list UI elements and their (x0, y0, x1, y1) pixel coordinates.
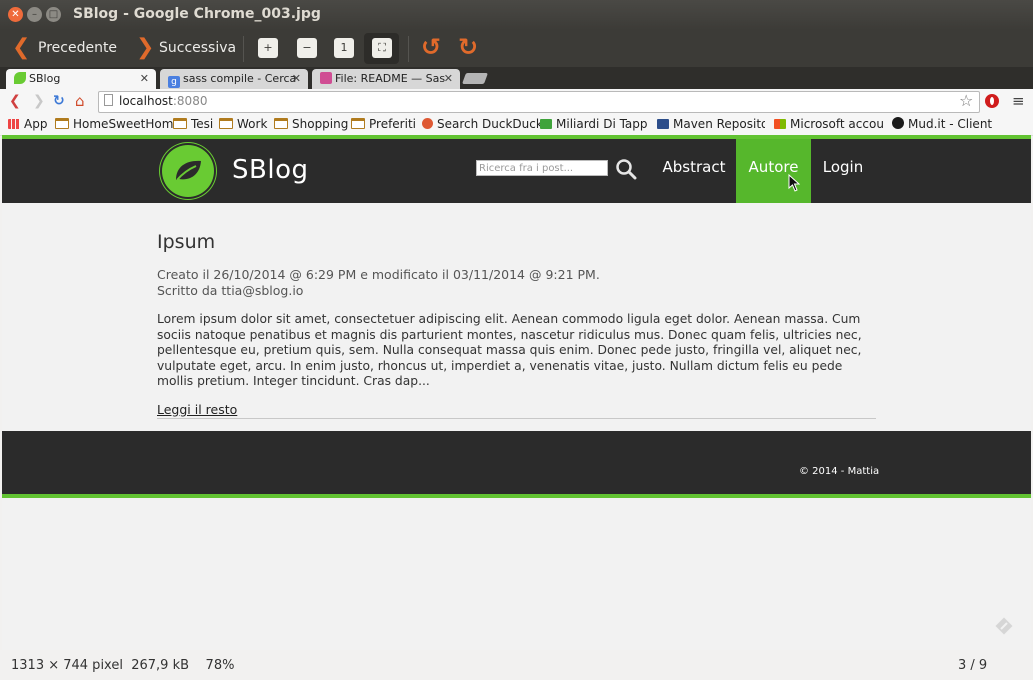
nav-abstract[interactable]: Abstract (652, 139, 736, 203)
bookmark-maven[interactable]: Maven Repositor (657, 117, 765, 131)
post-divider (157, 418, 876, 419)
image-counter: 3 / 9 (958, 658, 988, 673)
folder-icon (219, 118, 233, 129)
duckduckgo-icon (422, 118, 433, 129)
next-button[interactable]: Successiva (159, 40, 236, 56)
leaf-icon (176, 160, 201, 181)
post-title[interactable]: Ipsum (157, 231, 215, 253)
opera-icon[interactable] (985, 94, 999, 108)
chevron-right-icon[interactable]: ❯ (136, 37, 154, 59)
bookmark-app[interactable]: App (8, 117, 47, 131)
url-port: :8080 (172, 94, 208, 108)
tab-label: sass compile - Cerca (183, 72, 297, 85)
url-host: localhost (119, 94, 173, 108)
bookmark-label: Mud.it - Client (908, 117, 993, 131)
home-icon[interactable]: ⌂ (75, 92, 85, 110)
address-bar[interactable] (98, 91, 980, 113)
window-title: SBlog - Google Chrome_003.jpg (73, 6, 321, 22)
folder-icon (274, 118, 288, 129)
nav-login[interactable]: Login (811, 139, 875, 203)
bookmark-label: App (24, 117, 48, 131)
minimize-icon: – (32, 9, 37, 20)
page-icon (104, 94, 113, 106)
image-info: 1313 × 744 pixel 267,9 kB 78% (11, 658, 235, 673)
previous-button[interactable]: Precedente (38, 40, 117, 56)
viewer-toolbar (0, 30, 1033, 67)
window-close-button[interactable]: ✕ (8, 7, 23, 22)
search-input[interactable] (476, 160, 608, 176)
bookmark-label: Tesi (191, 117, 214, 131)
rotate-right-icon[interactable]: ↻ (458, 34, 478, 60)
post-author: Scritto da ttia@sblog.io (157, 283, 304, 298)
tab-sass-compile[interactable]: g sass compile - Cerca ✕ (160, 69, 308, 89)
bookmark-tesi[interactable]: Tesi (173, 117, 213, 131)
bookmark-microsoft[interactable]: Microsoft accoun (774, 117, 884, 131)
toolbar-separator (408, 36, 409, 62)
site-logo[interactable] (162, 145, 214, 197)
pin-icon[interactable] (994, 616, 1016, 638)
site-brand[interactable]: SBlog (232, 155, 308, 185)
close-icon: ✕ (11, 9, 20, 20)
zoom-out-icon[interactable]: − (297, 38, 317, 58)
bookmark-label: Preferiti (369, 117, 416, 131)
post-excerpt: Lorem ipsum dolor sit amet, consectetuer… (157, 312, 862, 389)
window-minimize-button[interactable]: – (27, 7, 42, 22)
tab-label: SBlog (29, 72, 61, 85)
new-tab-button[interactable] (461, 73, 489, 84)
google-icon: g (168, 76, 180, 88)
zoom-in-icon[interactable]: + (258, 38, 278, 58)
back-arrow-icon[interactable]: ❮ (9, 92, 21, 110)
microsoft-icon (774, 119, 786, 129)
toolbar-separator (243, 36, 244, 62)
post-dates: Creato il 26/10/2014 @ 6:29 PM e modific… (157, 267, 600, 282)
fit-window-icon[interactable]: ⛶ (372, 38, 392, 58)
bookmark-label: Microsoft accoun (790, 117, 884, 131)
reload-icon[interactable]: ↻ (53, 92, 65, 110)
window-maximize-button[interactable]: □ (46, 7, 61, 22)
tab-sblog[interactable]: SBlog ✕ (6, 69, 156, 89)
bookmark-miliardi[interactable]: Miliardi Di Tappe (540, 117, 648, 131)
bookmark-duckduckgo[interactable]: Search DuckDuck (422, 117, 543, 131)
menu-icon[interactable]: ≡ (1012, 92, 1025, 110)
bookmark-label: Search DuckDuck (437, 117, 543, 131)
mud-icon (892, 117, 904, 129)
bookmark-label: Miliardi Di Tappe (556, 117, 648, 131)
close-icon[interactable]: ✕ (444, 69, 453, 89)
bookmark-label: Work (237, 117, 268, 131)
leaf-icon (14, 72, 26, 84)
site-icon (540, 119, 552, 129)
folder-icon (351, 118, 365, 129)
rotate-left-icon[interactable]: ↺ (421, 34, 441, 60)
bookmark-work[interactable]: Work (219, 117, 267, 131)
bookmark-label: Shopping (292, 117, 349, 131)
site-footer (2, 431, 1031, 494)
tab-label: File: README — Sas (335, 72, 446, 85)
copyright-text: © 2014 - Mattia (799, 466, 880, 477)
url-text[interactable]: localhost:8080 (119, 94, 207, 108)
search-icon[interactable] (615, 158, 637, 180)
close-icon[interactable]: ✕ (292, 69, 301, 89)
original-size-icon[interactable]: 1 (334, 38, 354, 58)
maven-icon (657, 119, 669, 129)
close-icon[interactable]: ✕ (140, 69, 149, 89)
mouse-pointer-icon (788, 174, 800, 192)
bookmark-shopping[interactable]: Shopping (274, 117, 348, 131)
bookmark-mud[interactable]: Mud.it - Client (892, 117, 992, 131)
page-blank-area (2, 498, 1031, 650)
read-more-link[interactable]: Leggi il resto (157, 402, 237, 417)
star-icon[interactable]: ☆ (959, 92, 973, 110)
tab-readme-sass[interactable]: File: README — Sas ✕ (312, 69, 460, 89)
bookmark-preferiti[interactable]: Preferiti (351, 117, 416, 131)
forward-arrow-icon[interactable]: ❯ (33, 92, 45, 110)
folder-icon (55, 118, 69, 129)
chevron-left-icon[interactable]: ❮ (12, 37, 30, 59)
maximize-icon: □ (48, 9, 59, 20)
folder-icon (173, 118, 187, 129)
sass-icon (320, 72, 332, 84)
bookmark-homesweethom[interactable]: HomeSweetHom (55, 117, 173, 131)
nav-autore[interactable]: Autore (736, 139, 811, 203)
apps-grid-icon (8, 119, 20, 129)
bookmark-label: HomeSweetHom (73, 117, 174, 131)
bookmark-label: Maven Repositor (673, 117, 765, 131)
